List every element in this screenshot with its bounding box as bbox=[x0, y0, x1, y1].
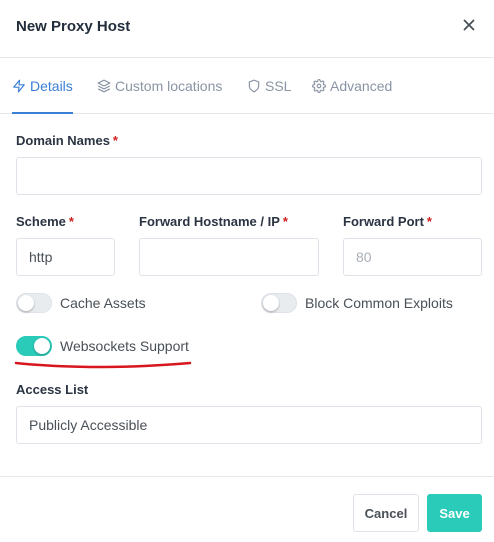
shield-icon bbox=[248, 79, 260, 92]
scheme-label: Scheme * bbox=[16, 214, 74, 229]
annotation-underline bbox=[14, 361, 192, 369]
tab-ssl-label: SSL bbox=[265, 77, 292, 94]
cache-assets-label: Cache Assets bbox=[60, 295, 146, 311]
domain-names-label-text: Domain Names bbox=[16, 133, 110, 148]
required-marker: * bbox=[68, 214, 74, 229]
websockets-switch[interactable] bbox=[16, 336, 52, 356]
block-exploits-toggle[interactable]: Block Common Exploits bbox=[261, 293, 453, 313]
tab-ssl[interactable]: SSL bbox=[247, 58, 291, 113]
zap-icon bbox=[13, 79, 25, 92]
forward-hostname-input[interactable] bbox=[139, 238, 319, 276]
websockets-label: Websockets Support bbox=[60, 338, 189, 354]
dialog-header: New Proxy Host bbox=[0, 0, 494, 58]
required-marker: * bbox=[426, 214, 432, 229]
cache-assets-switch[interactable] bbox=[16, 293, 52, 313]
websockets-toggle[interactable]: Websockets Support bbox=[16, 336, 189, 356]
scheme-label-text: Scheme bbox=[16, 214, 66, 229]
forward-port-label: Forward Port * bbox=[343, 214, 432, 229]
domain-names-label: Domain Names * bbox=[16, 133, 118, 148]
new-proxy-host-dialog: New Proxy Host Details Custom locations bbox=[0, 0, 494, 542]
save-button[interactable]: Save bbox=[427, 494, 482, 532]
required-marker: * bbox=[112, 133, 118, 148]
dialog-footer: Cancel Save bbox=[0, 476, 494, 542]
tab-custom-locations-label: Custom locations bbox=[115, 77, 223, 94]
tab-custom-locations[interactable]: Custom locations bbox=[97, 58, 222, 113]
tab-bar: Details Custom locations SSL Advanced bbox=[0, 58, 494, 114]
tab-advanced-label: Advanced bbox=[330, 77, 393, 94]
forward-hostname-label: Forward Hostname / IP * bbox=[139, 214, 288, 229]
tab-details-label: Details bbox=[30, 77, 73, 94]
scheme-input[interactable] bbox=[16, 238, 115, 276]
required-marker: * bbox=[282, 214, 288, 229]
access-list-select[interactable]: Publicly Accessible bbox=[16, 406, 482, 444]
block-exploits-switch[interactable] bbox=[261, 293, 297, 313]
close-icon bbox=[463, 19, 475, 31]
dialog-title: New Proxy Host bbox=[16, 18, 131, 35]
cache-assets-toggle[interactable]: Cache Assets bbox=[16, 293, 146, 313]
cancel-button[interactable]: Cancel bbox=[353, 494, 419, 532]
tab-advanced[interactable]: Advanced bbox=[312, 58, 392, 113]
forward-port-label-text: Forward Port bbox=[343, 214, 424, 229]
block-exploits-label: Block Common Exploits bbox=[305, 295, 453, 311]
layers-icon bbox=[97, 79, 111, 92]
gear-icon bbox=[312, 78, 326, 93]
close-button[interactable] bbox=[460, 16, 478, 34]
domain-names-input[interactable] bbox=[16, 157, 482, 195]
forward-port-input[interactable] bbox=[343, 238, 482, 276]
access-list-label: Access List bbox=[16, 382, 89, 397]
forward-hostname-label-text: Forward Hostname / IP bbox=[139, 214, 280, 229]
tab-details[interactable]: Details bbox=[12, 58, 73, 114]
